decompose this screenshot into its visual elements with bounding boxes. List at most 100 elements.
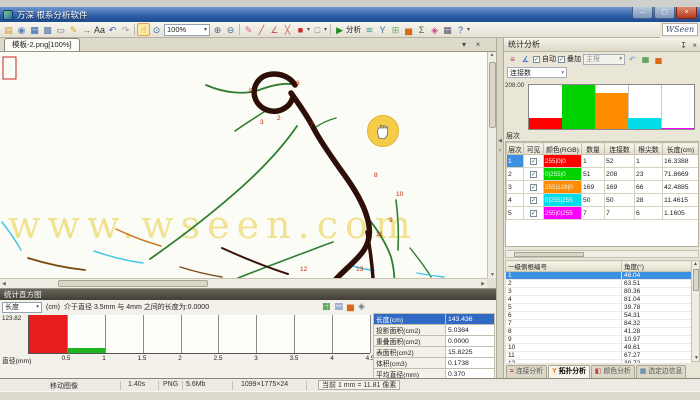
table-horizontal-scrollbar[interactable] xyxy=(505,250,699,258)
mark-length-icon[interactable]: ✎ xyxy=(242,23,255,36)
angle-table[interactable]: 一级侧根编号 角度(°) 146.04263.51380.36481.04539… xyxy=(505,260,692,368)
edit-pencil-icon[interactable]: ✎ xyxy=(67,23,80,36)
document-tab[interactable]: 模板-2.png[100%] xyxy=(4,38,80,51)
metric-combobox[interactable]: 连接数 ▾ xyxy=(507,67,567,78)
zoom-in-icon[interactable]: ⊕ xyxy=(211,23,224,36)
table-row[interactable]: 1167.27 xyxy=(506,352,692,360)
print-icon[interactable]: ▭ xyxy=(54,23,67,36)
save-icon[interactable]: ▦ xyxy=(28,23,41,36)
visible-checkbox[interactable]: ✓ xyxy=(530,210,537,217)
layer-cell[interactable]: 1 xyxy=(507,155,524,168)
acquire-image-icon[interactable]: ◉ xyxy=(15,23,28,36)
overlay-checkbox[interactable]: ✓ xyxy=(558,56,565,63)
bar-chart-icon[interactable]: ▅ xyxy=(402,23,415,36)
image-canvas[interactable]: www.wseen.com xyxy=(0,52,487,278)
table-row[interactable]: 380.36 xyxy=(506,288,692,296)
visible-cell[interactable]: ✓ xyxy=(524,155,544,168)
titlebar[interactable]: 万深 根系分析软件 –▢× xyxy=(0,7,700,22)
table-row[interactable]: 481.04 xyxy=(506,296,692,304)
tab-连接分析[interactable]: ≈连接分析 xyxy=(506,365,547,378)
table-row[interactable]: 910.97 xyxy=(506,336,692,344)
scroll-thumb[interactable] xyxy=(693,269,699,291)
table-row[interactable]: 表面积(cm2)15.8225 xyxy=(374,347,495,358)
run-analysis-button[interactable]: ▶ xyxy=(333,23,346,36)
chart-icon[interactable]: ▅ xyxy=(347,301,354,312)
calibrate-icon[interactable]: ⊞ xyxy=(389,23,402,36)
tab-拓扑分析[interactable]: Y拓扑分析 xyxy=(548,365,590,378)
visible-cell[interactable]: ✓ xyxy=(524,207,544,220)
close-panel-icon[interactable]: × xyxy=(499,148,502,154)
metric-combobox[interactable]: 长度 ▾ xyxy=(2,302,42,313)
table-row[interactable]: 5✓255|0|2557761.1605 xyxy=(507,207,699,220)
visible-checkbox[interactable]: ✓ xyxy=(530,197,537,204)
collapse-panel-icon[interactable]: ◀ xyxy=(498,138,502,144)
mark-erase-icon[interactable]: ╳ xyxy=(281,23,294,36)
canvas-horizontal-scrollbar[interactable]: ◀ ▶ xyxy=(0,278,487,288)
hand-pan-tool-icon[interactable]: ☝ xyxy=(137,23,150,36)
canvas-vertical-scrollbar[interactable]: ▲ ▼ xyxy=(487,52,496,278)
undo-icon[interactable]: ↶ xyxy=(627,55,638,64)
image-export-icon[interactable]: ▤ xyxy=(335,301,344,312)
table-row[interactable]: 3✓255|128|01691696642.4885 xyxy=(507,181,699,194)
table-row[interactable]: 539.78 xyxy=(506,304,692,312)
mark-segment-icon[interactable]: ╱ xyxy=(255,23,268,36)
table-row[interactable]: 重叠面积(cm2)0.0000 xyxy=(374,336,495,347)
layer-cell[interactable]: 4 xyxy=(507,194,524,207)
scroll-thumb[interactable] xyxy=(58,280,208,287)
angle-measure-icon[interactable]: ∡ xyxy=(520,55,531,64)
visible-cell[interactable]: ✓ xyxy=(524,168,544,181)
table-row[interactable]: 1049.61 xyxy=(506,344,692,352)
close-button[interactable]: × xyxy=(676,7,697,19)
table-row[interactable]: 263.51 xyxy=(506,280,692,288)
color-picker-dropdown[interactable]: ■ xyxy=(294,23,307,36)
root-type-combobox[interactable]: 主根 ▾ xyxy=(583,54,625,65)
chart-icon[interactable]: ▅ xyxy=(653,55,664,64)
table-row[interactable]: 体积(cm3)0.1738 xyxy=(374,358,495,369)
table-row[interactable]: 654.31 xyxy=(506,312,692,320)
table-row[interactable]: 长度(cm)143.436 xyxy=(374,314,495,325)
scroll-thumb[interactable] xyxy=(514,252,584,257)
layer-table[interactable]: 层次可见颜色(RGB)数量连接数根尖数长度(cm) 1✓255|0|015211… xyxy=(506,142,699,220)
help-icon[interactable]: ? xyxy=(454,23,467,36)
run-analysis-label[interactable]: 分析 xyxy=(346,24,361,35)
tab-颜色分析[interactable]: ◧颜色分析 xyxy=(591,365,635,378)
close-icon[interactable]: × xyxy=(692,39,697,52)
tab-选定边信息[interactable]: ▦选定边信息 xyxy=(636,365,687,378)
layer-cell[interactable]: 2 xyxy=(507,168,524,181)
grid-view-icon[interactable]: ▦ xyxy=(441,23,454,36)
zoom-level-combobox[interactable]: 100%▾ xyxy=(164,24,210,36)
scroll-left-icon[interactable]: ◀ xyxy=(2,281,6,287)
excel-export-icon[interactable]: ▦ xyxy=(640,55,651,64)
zoom-out-icon[interactable]: ⊖ xyxy=(224,23,237,36)
pin-icon[interactable]: ↧ xyxy=(680,39,687,52)
angle-table-scrollbar[interactable]: ▲ ▼ xyxy=(691,260,700,362)
connect-analysis-icon[interactable]: ≋ xyxy=(363,23,376,36)
layer-cell[interactable]: 5 xyxy=(507,207,524,220)
settings-icon[interactable]: ◈ xyxy=(358,301,365,312)
scroll-down-icon[interactable]: ▼ xyxy=(694,355,699,361)
excel-export-icon[interactable]: ▦ xyxy=(322,301,331,312)
stats-icon[interactable]: Σ xyxy=(415,23,428,36)
maximize-button[interactable]: ▢ xyxy=(654,7,675,19)
auto-checkbox[interactable]: ✓ xyxy=(533,56,540,63)
scroll-up-icon[interactable]: ▲ xyxy=(490,52,495,58)
scroll-thumb[interactable] xyxy=(489,62,496,128)
scroll-up-icon[interactable]: ▲ xyxy=(693,261,698,267)
shape-picker-dropdown-caret[interactable]: ▾ xyxy=(324,26,327,33)
save-all-icon[interactable]: ▩ xyxy=(41,23,54,36)
zoom-tool-icon[interactable]: ⊙ xyxy=(150,23,163,36)
color-picker-dropdown-caret[interactable]: ▾ xyxy=(307,26,310,33)
layers-icon[interactable]: ≡ xyxy=(507,55,518,64)
visible-cell[interactable]: ✓ xyxy=(524,194,544,207)
shape-picker-dropdown[interactable]: □ xyxy=(311,23,324,36)
visible-checkbox[interactable]: ✓ xyxy=(530,158,537,165)
open-folder-icon[interactable]: ▤ xyxy=(2,23,15,36)
table-row[interactable]: 784.32 xyxy=(506,320,692,328)
text-tool-icon[interactable]: Aa xyxy=(93,23,106,36)
tab-close-icon[interactable]: × xyxy=(472,40,484,49)
minimize-button[interactable]: – xyxy=(632,7,653,19)
table-row[interactable]: 146.04 xyxy=(506,272,692,280)
visible-checkbox[interactable]: ✓ xyxy=(530,171,537,178)
layer-cell[interactable]: 3 xyxy=(507,181,524,194)
topology-tool-icon[interactable]: Y xyxy=(376,23,389,36)
